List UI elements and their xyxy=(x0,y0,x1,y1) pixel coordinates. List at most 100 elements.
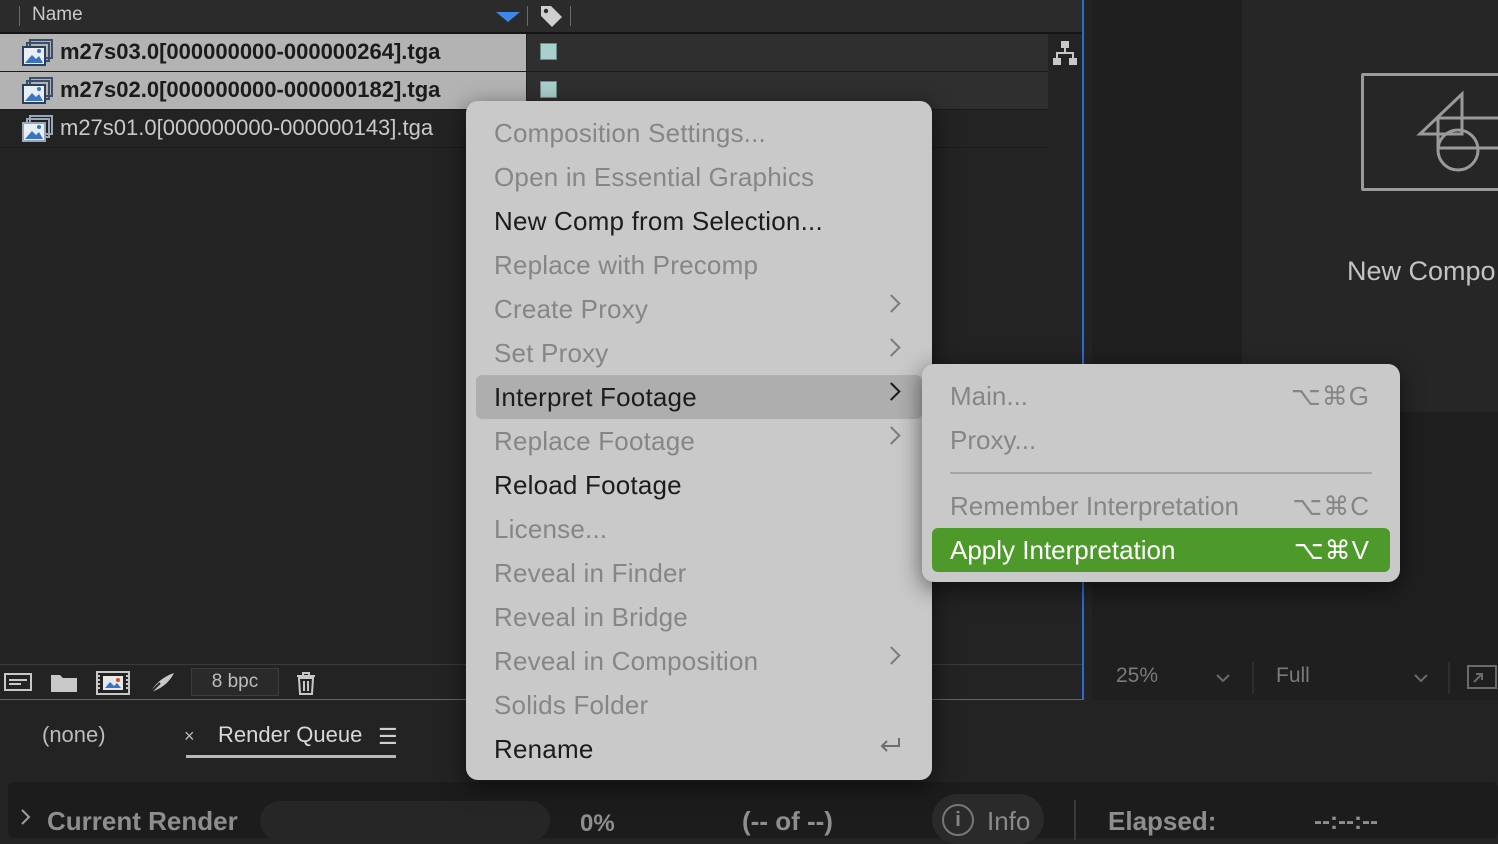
new-composition-icon[interactable] xyxy=(96,671,130,700)
image-sequence-icon xyxy=(22,77,54,110)
menu-item-rename[interactable]: Rename xyxy=(476,727,922,771)
file-name: m27s01.0[000000000-000000143].tga xyxy=(60,115,434,140)
elapsed-value: --:--:-- xyxy=(1314,808,1378,835)
project-item-row[interactable]: m27s03.0[000000000-000000264].tga xyxy=(0,34,1048,72)
menu-item-license: License... xyxy=(476,507,922,551)
menu-item-new-comp-from-selection[interactable]: New Comp from Selection... xyxy=(476,199,922,243)
label-color-swatch[interactable] xyxy=(540,81,557,98)
row-fill xyxy=(527,34,1048,71)
label-color-swatch[interactable] xyxy=(540,43,557,60)
menu-divider xyxy=(950,472,1372,474)
image-sequence-icon xyxy=(22,115,54,148)
file-name: m27s03.0[000000000-000000264].tga xyxy=(60,39,441,64)
keyboard-shortcut: ⌥⌘V xyxy=(1293,535,1370,565)
submenu-item-main: Main... ⌥⌘G xyxy=(932,374,1390,418)
menu-item-label: Remember Interpretation xyxy=(950,491,1240,521)
chevron-right-icon xyxy=(882,338,901,357)
toolbar-divider xyxy=(1252,662,1254,694)
menu-item-reveal-in-composition: Reveal in Composition xyxy=(476,639,922,683)
chevron-right-icon xyxy=(882,426,901,445)
column-divider xyxy=(570,6,571,26)
menu-item-interpret-footage[interactable]: Interpret Footage xyxy=(476,375,922,419)
chevron-right-icon[interactable] xyxy=(20,806,32,832)
menu-item-label: Interpret Footage xyxy=(494,382,697,412)
menu-item-replace-footage: Replace Footage xyxy=(476,419,922,463)
image-sequence-icon xyxy=(22,39,54,72)
render-percent: 0% xyxy=(580,810,615,837)
adobe-media-encoder-icon[interactable] xyxy=(148,671,176,700)
menu-item-reload-footage[interactable]: Reload Footage xyxy=(476,463,922,507)
menu-item-label: Open in Essential Graphics xyxy=(494,162,815,192)
viewer-placeholder xyxy=(1242,0,1498,412)
return-key-icon xyxy=(878,735,902,760)
menu-item-set-proxy: Set Proxy xyxy=(476,331,922,375)
menu-item-label: Solids Folder xyxy=(494,690,649,720)
trash-icon[interactable] xyxy=(294,671,318,700)
render-item-count: (-- of --) xyxy=(742,806,833,836)
tab-none[interactable]: (none) xyxy=(42,722,106,748)
chevron-right-icon xyxy=(882,294,901,313)
menu-item-label: Replace Footage xyxy=(494,426,696,456)
menu-item-open-in-essential-graphics: Open in Essential Graphics xyxy=(476,155,922,199)
menu-item-label: Reveal in Finder xyxy=(494,558,687,588)
menu-item-solids-folder: Solids Folder xyxy=(476,683,922,727)
menu-item-label: Reveal in Composition xyxy=(494,646,759,676)
menu-item-label: License... xyxy=(494,514,608,544)
chevron-right-icon xyxy=(882,382,901,401)
menu-item-create-proxy: Create Proxy xyxy=(476,287,922,331)
chevron-down-icon xyxy=(1216,670,1230,688)
menu-item-reveal-in-bridge: Reveal in Bridge xyxy=(476,595,922,639)
active-tab-indicator xyxy=(186,755,396,758)
menu-item-composition-settings: Composition Settings... xyxy=(476,111,922,155)
sort-descending-icon[interactable] xyxy=(496,12,520,22)
submenu-item-proxy: Proxy... xyxy=(932,418,1390,462)
zoom-dropdown[interactable]: 25% xyxy=(1116,664,1158,694)
new-folder-icon[interactable] xyxy=(50,671,78,698)
divider xyxy=(1074,800,1076,840)
close-icon[interactable]: × xyxy=(184,726,195,747)
chevron-right-icon xyxy=(882,646,901,665)
info-label: Info xyxy=(987,806,1031,836)
menu-item-label: Composition Settings... xyxy=(494,118,766,148)
menu-item-label: Apply Interpretation xyxy=(950,535,1176,565)
resolution-dropdown[interactable]: Full xyxy=(1276,664,1310,694)
submenu-item-remember-interpretation: Remember Interpretation ⌥⌘C xyxy=(932,484,1390,528)
region-of-interest-icon[interactable] xyxy=(1466,664,1498,697)
menu-item-label: Proxy... xyxy=(950,425,1037,455)
menu-item-reveal-in-finder: Reveal in Finder xyxy=(476,551,922,595)
menu-item-replace-with-precomp: Replace with Precomp xyxy=(476,243,922,287)
keyboard-shortcut: ⌥⌘C xyxy=(1292,491,1370,521)
flowchart-icon[interactable] xyxy=(1051,39,1079,72)
menu-item-label: Replace with Precomp xyxy=(494,250,759,280)
menu-item-label: Set Proxy xyxy=(494,338,609,368)
name-column-header[interactable]: Name xyxy=(32,4,83,26)
menu-item-label: New Comp from Selection... xyxy=(494,206,823,236)
menu-item-label: Reload Footage xyxy=(494,470,682,500)
context-menu: Composition Settings... Open in Essentia… xyxy=(466,101,932,780)
file-name: m27s02.0[000000000-000000182].tga xyxy=(60,77,441,102)
info-icon: i xyxy=(942,804,974,836)
viewer-toolbar: 25% Full xyxy=(1092,656,1498,700)
column-divider xyxy=(19,6,20,26)
elapsed-label: Elapsed: xyxy=(1108,806,1217,836)
keyboard-shortcut: ⌥⌘G xyxy=(1290,381,1370,411)
menu-item-label: Create Proxy xyxy=(494,294,649,324)
column-divider xyxy=(527,6,528,26)
current-render-label: Current Render xyxy=(47,806,238,836)
column-header: Name xyxy=(0,0,1082,34)
chevron-down-icon xyxy=(1414,670,1428,688)
menu-item-label: Main... xyxy=(950,381,1029,411)
panel-menu-icon[interactable]: ☰ xyxy=(378,724,398,750)
menu-item-label: Reveal in Bridge xyxy=(494,602,688,632)
new-composition-placeholder-icon[interactable] xyxy=(1361,73,1498,191)
bit-depth-button[interactable]: 8 bpc xyxy=(191,668,279,696)
new-composition-label[interactable]: New Compo xyxy=(1347,256,1496,287)
interpret-footage-submenu: Main... ⌥⌘G Proxy... Remember Interpreta… xyxy=(922,364,1400,582)
tab-render-queue[interactable]: Render Queue xyxy=(218,722,362,748)
label-tag-icon[interactable] xyxy=(538,3,564,34)
toolbar-divider xyxy=(1448,662,1450,694)
interpret-footage-icon[interactable] xyxy=(4,671,32,698)
menu-item-label: Rename xyxy=(494,734,594,764)
render-progress-bar xyxy=(260,801,550,841)
submenu-item-apply-interpretation[interactable]: Apply Interpretation ⌥⌘V xyxy=(932,528,1390,572)
